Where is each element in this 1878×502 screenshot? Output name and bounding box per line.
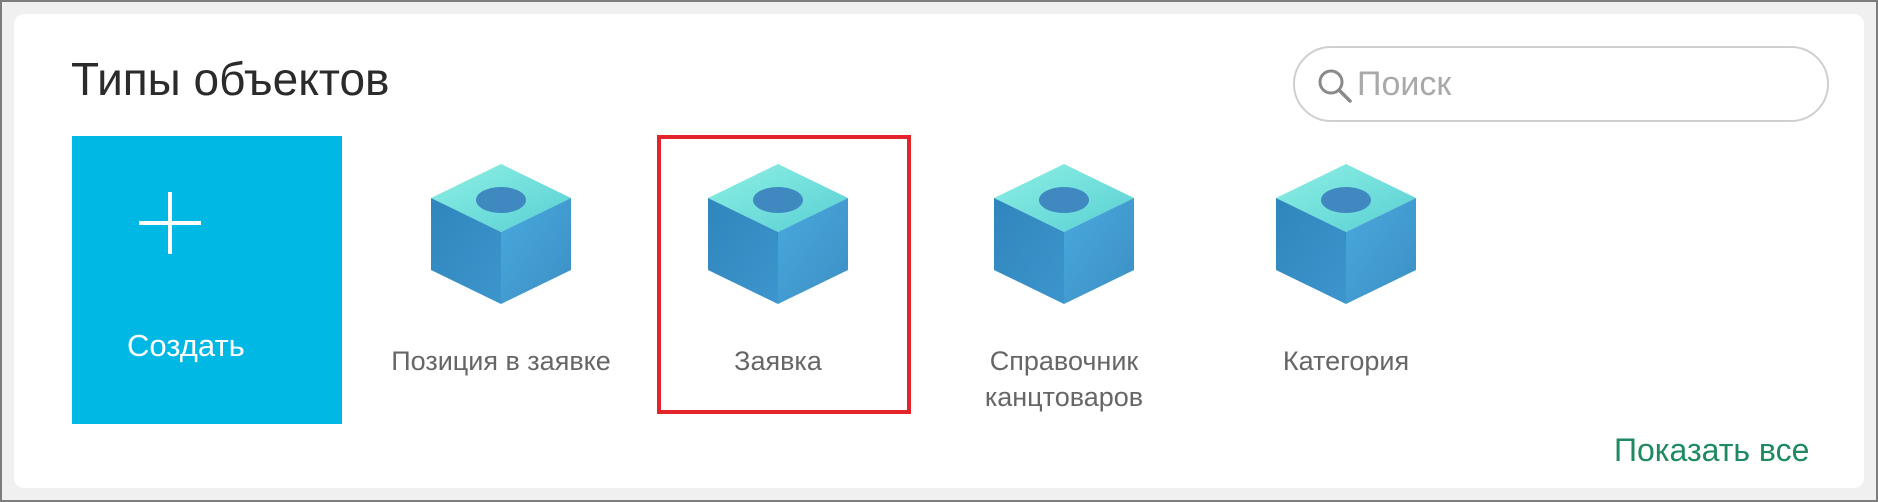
panel-title: Типы объектов <box>71 53 390 105</box>
plus-icon <box>139 192 201 254</box>
object-type-label: Категория <box>1282 346 1410 376</box>
object-type-label: Справочник канцтоваров <box>984 346 1144 412</box>
create-label: Создать <box>127 328 245 363</box>
cube-icon <box>1276 164 1416 304</box>
cube-icon <box>994 164 1134 304</box>
object-type-item[interactable]: Заявка <box>653 136 903 416</box>
search-icon <box>1318 69 1352 103</box>
cube-icon <box>431 164 571 304</box>
search-box[interactable] <box>1293 46 1829 122</box>
search-input[interactable] <box>1357 58 1797 110</box>
object-types-panel: Типы объектов Создать <box>14 14 1864 488</box>
window-frame: Типы объектов Создать <box>0 0 1878 502</box>
object-type-item[interactable]: Позиция в заявке <box>376 136 626 416</box>
show-all-link[interactable]: Показать все <box>1614 432 1809 469</box>
object-type-label: Позиция в заявке <box>391 346 611 376</box>
cube-icon <box>708 164 848 304</box>
object-type-item[interactable]: Справочник канцтоваров <box>939 136 1189 416</box>
object-type-item[interactable]: Категория <box>1221 136 1471 416</box>
create-button[interactable]: Создать <box>72 136 342 424</box>
object-type-label: Заявка <box>734 346 822 376</box>
